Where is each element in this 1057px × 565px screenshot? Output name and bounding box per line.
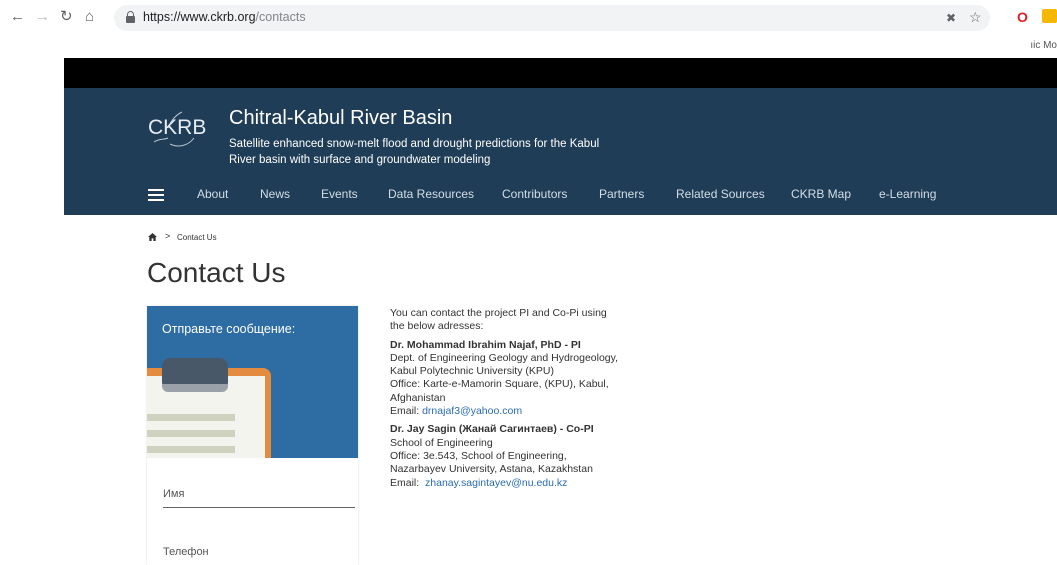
reload-icon[interactable]: ↻ xyxy=(60,8,73,26)
pi-block: Dr. Mohammad Ibrahim Najaf, PhD - PI Dep… xyxy=(390,339,620,419)
nav-about[interactable]: About xyxy=(197,187,228,201)
pi-office: Office: Karte-e-Mamorin Square, (KPU), K… xyxy=(390,378,609,404)
pi-name: Dr. Mohammad Ibrahim Najaf, PhD - PI xyxy=(390,338,581,351)
pi-dept: Dept. of Engineering Geology and Hydroge… xyxy=(390,351,619,378)
copi-email-link[interactable]: zhanay.sagintayev@nu.edu.kz xyxy=(425,477,567,489)
browser-toolbar: ← → ↻ ⌂ https://www.ckrb.org/contacts ✖ … xyxy=(0,0,1057,51)
tooltip-fragment: ıic Mo xyxy=(1030,40,1057,51)
breadcrumb-current: Contact Us xyxy=(177,233,217,242)
copi-office: Office: 3e.543, School of Engineering, N… xyxy=(390,449,593,476)
form-heading: Отправьте сообщение: xyxy=(162,322,296,336)
url-text: https://www.ckrb.org/contacts xyxy=(143,10,306,24)
site-logo[interactable]: CKRB xyxy=(148,108,214,152)
copi-email-label: Email: xyxy=(390,476,426,489)
contact-info: You can contact the project PI and Co-Pi… xyxy=(390,307,620,495)
phone-field[interactable]: Телефон xyxy=(163,542,355,565)
contact-form: Отправьте сообщение: Имя Телефон xyxy=(147,306,358,565)
bookmark-star-icon[interactable]: ☆ xyxy=(969,9,982,25)
name-field[interactable]: Имя xyxy=(163,484,355,508)
copi-school: School of Engineering xyxy=(390,436,493,449)
home-button-icon[interactable]: ⌂ xyxy=(85,8,94,26)
contact-intro: You can contact the project PI and Co-Pi… xyxy=(390,307,607,333)
nav-ckrb-map[interactable]: CKRB Map xyxy=(791,187,851,201)
copi-block: Dr. Jay Sagin (Жанай Сагинтаев) - Co-PI … xyxy=(390,423,620,489)
nav-contributors[interactable]: Contributors xyxy=(502,187,567,201)
phone-field-label: Телефон xyxy=(163,546,209,558)
site-title[interactable]: Chitral-Kabul River Basin xyxy=(229,107,452,130)
form-header: Отправьте сообщение: xyxy=(147,306,358,458)
copi-name: Dr. Jay Sagin (Жанай Сагинтаев) - Co-PI xyxy=(390,423,594,436)
home-icon[interactable] xyxy=(148,233,157,241)
nav-e-learning[interactable]: e-Learning xyxy=(879,187,936,201)
forward-icon[interactable]: → xyxy=(35,8,50,26)
nav-related-sources[interactable]: Related Sources xyxy=(676,187,765,201)
logo-text: CKRB xyxy=(148,116,207,139)
pi-email-label: Email: xyxy=(390,405,423,418)
back-icon[interactable]: ← xyxy=(10,8,25,26)
page-title: Contact Us xyxy=(147,257,286,288)
site-header: CKRB Chitral-Kabul River Basin Satellite… xyxy=(64,88,1057,215)
lock-icon xyxy=(126,11,135,23)
site-subtitle: Satellite enhanced snow-melt flood and d… xyxy=(229,138,600,166)
extension-icon[interactable] xyxy=(1042,9,1057,23)
nav-news[interactable]: News xyxy=(260,187,290,201)
breadcrumb-separator: > xyxy=(165,231,171,241)
address-bar[interactable]: https://www.ckrb.org/contacts ✖ ☆ xyxy=(114,5,990,31)
name-field-label: Имя xyxy=(163,488,185,500)
nav-data-resources[interactable]: Data Resources xyxy=(388,187,474,201)
blocked-cookie-icon[interactable]: ✖ xyxy=(946,10,956,26)
hamburger-menu-icon[interactable] xyxy=(148,189,164,201)
pi-email-link[interactable]: drnajaf3@yahoo.com xyxy=(422,405,522,417)
nav-events[interactable]: Events xyxy=(321,187,358,201)
nav-partners[interactable]: Partners xyxy=(599,187,644,201)
top-band xyxy=(64,58,1057,88)
opera-extension-icon[interactable]: O xyxy=(1017,9,1028,25)
